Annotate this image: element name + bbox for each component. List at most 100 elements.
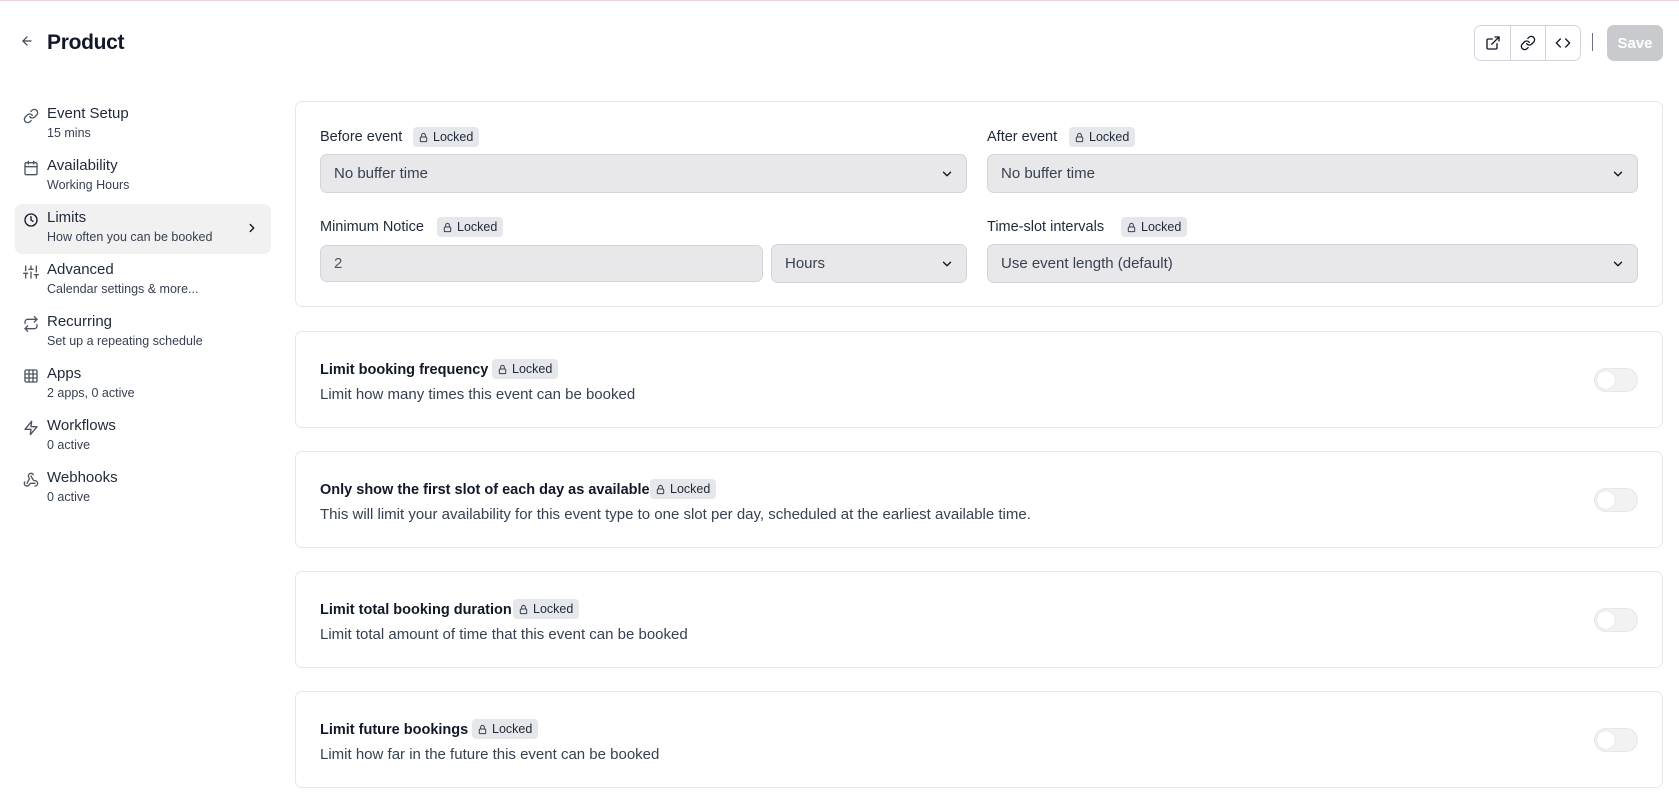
chevron-down-icon	[1611, 167, 1625, 181]
locked-badge: Locked	[413, 127, 480, 147]
lock-icon	[655, 484, 666, 495]
zap-icon	[22, 419, 40, 437]
locked-badge: Locked	[1069, 127, 1136, 147]
locked-badge: Locked	[492, 359, 559, 379]
sidebar-item-label: Event Setup	[47, 105, 129, 122]
repeat-icon	[22, 315, 40, 333]
first-slot-only-title: Only show the first slot of each day as …	[320, 482, 650, 498]
buffer-settings-panel: Before event Locked No buffer time After…	[295, 101, 1663, 307]
limit-total-booking-duration-title: Limit total booking duration	[320, 602, 512, 618]
sidebar-item-label: Workflows	[47, 417, 116, 434]
limit-future-bookings-title: Limit future bookings	[320, 722, 469, 738]
sidebar-item-limits[interactable]: Limits How often you can be booked	[15, 204, 271, 254]
sidebar-item-availability[interactable]: Availability Working Hours	[15, 152, 271, 202]
minimum-notice-label: Minimum Notice	[320, 219, 424, 235]
sliders-icon	[22, 263, 40, 281]
locked-badge-text: Locked	[492, 722, 533, 736]
lock-icon	[418, 132, 429, 143]
limit-total-booking-duration-description: Limit total amount of time that this eve…	[320, 626, 688, 643]
preview-button[interactable]	[1475, 26, 1510, 60]
chevron-right-icon	[245, 221, 259, 235]
toggle-knob	[1597, 611, 1615, 629]
sidebar-item-apps[interactable]: Apps 2 apps, 0 active	[15, 360, 271, 410]
minimum-notice-unit-value: Hours	[785, 255, 826, 272]
locked-badge-text: Locked	[457, 220, 498, 234]
limit-total-booking-duration-panel: Limit total booking duration Locked Limi…	[295, 571, 1663, 668]
locked-badge-text: Locked	[433, 130, 474, 144]
limit-total-booking-duration-toggle[interactable]	[1594, 608, 1638, 632]
locked-badge-text: Locked	[670, 482, 711, 496]
sidebar-item-subtitle: 2 apps, 0 active	[47, 386, 135, 400]
limit-booking-frequency-panel: Limit booking frequency Locked Limit how…	[295, 331, 1663, 428]
limit-booking-frequency-title: Limit booking frequency	[320, 362, 489, 378]
after-event-label: After event	[987, 129, 1058, 145]
sidebar-item-label: Availability	[47, 157, 118, 174]
chevron-down-icon	[940, 167, 954, 181]
link-icon	[1520, 35, 1536, 51]
sidebar-item-advanced[interactable]: Advanced Calendar settings & more...	[15, 256, 271, 306]
limit-future-bookings-toggle[interactable]	[1594, 728, 1638, 752]
chevron-down-icon	[1611, 257, 1625, 271]
locked-badge-text: Locked	[533, 602, 574, 616]
lock-icon	[477, 724, 488, 735]
copy-link-button[interactable]	[1510, 26, 1545, 60]
locked-badge-text: Locked	[1141, 220, 1182, 234]
sidebar-item-recurring[interactable]: Recurring Set up a repeating schedule	[15, 308, 271, 358]
locked-badge: Locked	[650, 479, 717, 499]
after-event-select[interactable]: No buffer time	[987, 154, 1638, 193]
locked-badge: Locked	[472, 719, 539, 739]
sidebar-item-subtitle: Working Hours	[47, 178, 130, 192]
toggle-knob	[1597, 371, 1615, 389]
time-slot-intervals-select[interactable]: Use event length (default)	[987, 244, 1638, 283]
time-slot-intervals-value: Use event length (default)	[1001, 255, 1173, 272]
sidebar-item-subtitle: 0 active	[47, 438, 91, 452]
sidebar-item-label: Advanced	[47, 261, 114, 278]
limit-future-bookings-panel: Limit future bookings Locked Limit how f…	[295, 691, 1663, 788]
minimum-notice-unit-select[interactable]: Hours	[771, 244, 967, 283]
locked-badge: Locked	[1121, 217, 1188, 237]
sidebar-item-subtitle: Set up a repeating schedule	[47, 334, 203, 348]
locked-badge: Locked	[513, 599, 580, 619]
header-divider	[1592, 33, 1593, 51]
before-event-value: No buffer time	[334, 165, 428, 182]
before-event-select[interactable]: No buffer time	[320, 154, 967, 193]
sidebar-item-label: Apps	[47, 365, 82, 382]
lock-icon	[1126, 222, 1137, 233]
first-slot-only-panel: Only show the first slot of each day as …	[295, 451, 1663, 548]
first-slot-only-description: This will limit your availability for th…	[320, 506, 1031, 523]
limit-booking-frequency-toggle[interactable]	[1594, 368, 1638, 392]
sidebar-item-event-setup[interactable]: Event Setup 15 mins	[15, 100, 271, 150]
sidebar-item-label: Limits	[47, 209, 87, 226]
chevron-down-icon	[940, 257, 954, 271]
header-action-group	[1474, 25, 1581, 61]
lock-icon	[497, 364, 508, 375]
code-icon	[1555, 35, 1571, 51]
embed-code-button[interactable]	[1545, 26, 1580, 60]
locked-badge-text: Locked	[512, 362, 553, 376]
page-header: Product Save	[0, 0, 1679, 80]
sidebar-item-label: Webhooks	[47, 469, 118, 486]
sidebar-item-webhooks[interactable]: Webhooks 0 active	[15, 464, 271, 514]
after-event-value: No buffer time	[1001, 165, 1095, 182]
back-button[interactable]	[16, 30, 38, 52]
locked-badge: Locked	[437, 217, 504, 237]
sidebar-item-label: Recurring	[47, 313, 113, 330]
sidebar-item-subtitle: 15 mins	[47, 126, 91, 140]
minimum-notice-input[interactable]: 2	[320, 245, 763, 282]
before-event-label: Before event	[320, 129, 403, 145]
toggle-knob	[1597, 731, 1615, 749]
grid-icon	[22, 367, 40, 385]
sidebar-item-subtitle: 0 active	[47, 490, 91, 504]
limit-future-bookings-description: Limit how far in the future this event c…	[320, 746, 660, 763]
limit-booking-frequency-description: Limit how many times this event can be b…	[320, 386, 636, 403]
page-title: Product	[47, 31, 125, 54]
time-slot-intervals-label: Time-slot intervals	[987, 219, 1105, 235]
external-link-icon	[1485, 35, 1501, 51]
toggle-knob	[1597, 491, 1615, 509]
first-slot-only-toggle[interactable]	[1594, 488, 1638, 512]
sidebar-item-workflows[interactable]: Workflows 0 active	[15, 412, 271, 462]
lock-icon	[518, 604, 529, 615]
sidebar-item-subtitle: How often you can be booked	[47, 230, 213, 244]
link-icon	[22, 107, 40, 125]
save-button[interactable]: Save	[1607, 25, 1663, 61]
